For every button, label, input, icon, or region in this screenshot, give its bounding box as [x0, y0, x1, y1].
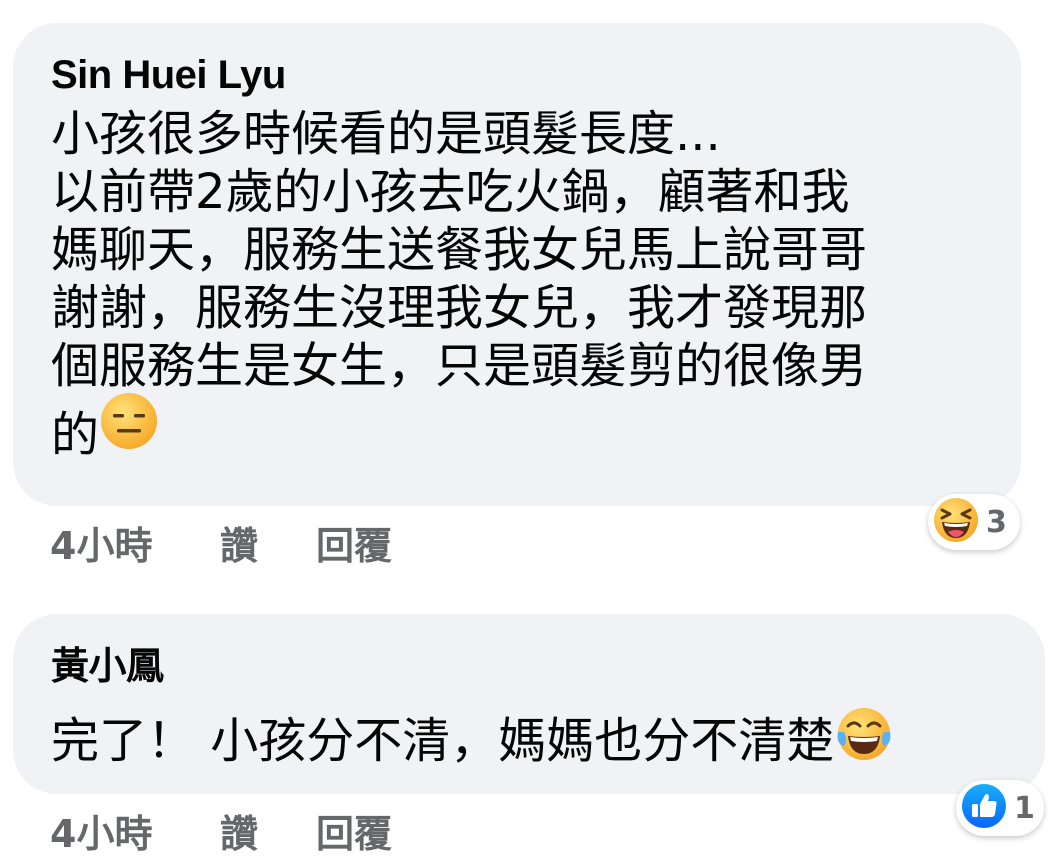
like-thumb-icon	[960, 782, 1008, 834]
comment-timestamp[interactable]: 4小時	[50, 515, 220, 570]
comment-text: 小孩很多時候看的是頭髮長度... 以前帶2歲的小孩去吃火鍋，顧著和我 媽聊天，服…	[51, 105, 985, 478]
comment-line: 以前帶2歲的小孩去吃火鍋，顧著和我	[51, 164, 850, 220]
tears-of-joy-icon	[834, 704, 894, 777]
like-button[interactable]: 讚	[220, 515, 316, 570]
comment-line: 的	[51, 391, 985, 478]
comment-line: 個服務生是女生，只是頭髮剪的很像男	[51, 338, 868, 394]
expressionless-face-icon	[99, 391, 159, 478]
reaction-count: 1	[1014, 790, 1035, 826]
reaction-summary[interactable]: 3	[928, 494, 1020, 550]
comment-actions: 4小時 讚 回覆	[50, 803, 392, 858]
comment-text: 完了！ 小孩分不清，媽媽也分不清楚	[51, 704, 1009, 777]
laughing-face-icon	[932, 496, 980, 548]
comment-line: 小孩很多時候看的是頭髮長度...	[51, 106, 721, 162]
comment-line: 謝謝，服務生沒理我女兒，我才發現那	[51, 280, 868, 336]
comment-thread: Sin Huei Lyu 小孩很多時候看的是頭髮長度... 以前帶2歲的小孩去吃…	[0, 0, 1055, 866]
reaction-summary[interactable]: 1	[956, 780, 1044, 836]
comment-line: 媽聊天，服務生送餐我女兒馬上說哥哥	[51, 222, 868, 278]
comment-author[interactable]: Sin Huei Lyu	[51, 51, 985, 99]
comment-actions: 4小時 讚 回覆	[50, 515, 392, 570]
reply-button[interactable]: 回覆	[316, 515, 392, 570]
comment-bubble: 黃小鳳 完了！ 小孩分不清，媽媽也分不清楚	[13, 614, 1045, 794]
comment-bubble: Sin Huei Lyu 小孩很多時候看的是頭髮長度... 以前帶2歲的小孩去吃…	[13, 23, 1021, 506]
comment-author[interactable]: 黃小鳳	[51, 642, 1009, 690]
comment-timestamp[interactable]: 4小時	[50, 803, 220, 858]
like-button[interactable]: 讚	[220, 803, 316, 858]
reply-button[interactable]: 回覆	[316, 803, 392, 858]
reaction-count: 3	[986, 504, 1007, 540]
